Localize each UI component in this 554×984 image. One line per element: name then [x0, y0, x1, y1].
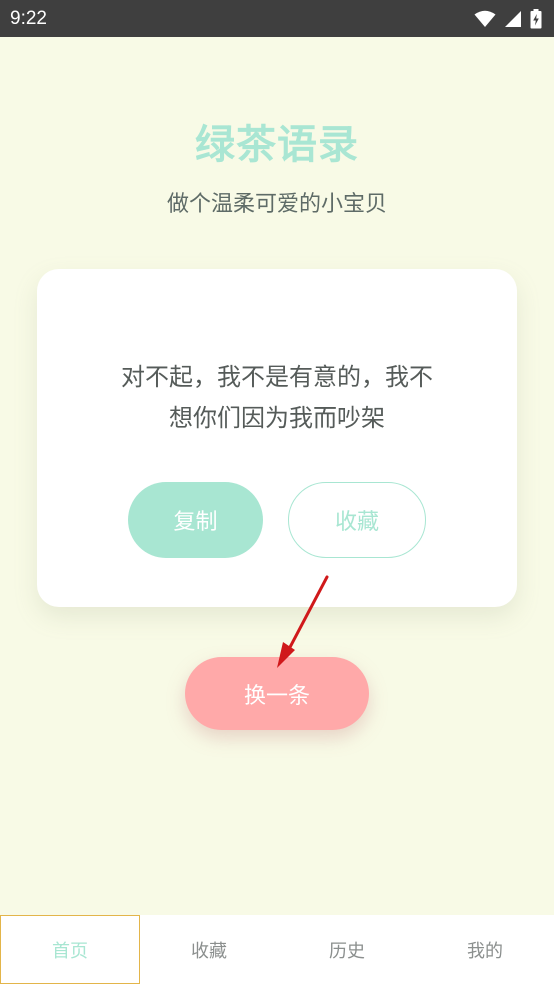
- copy-button[interactable]: 复制: [128, 482, 263, 558]
- wifi-icon: [474, 10, 496, 27]
- signal-icon: [505, 10, 521, 27]
- app-screen: 9:22 绿茶语录 做个温柔可爱的小宝贝 对不起，我不是有意的，我不 想你们因为…: [0, 0, 554, 984]
- app-title: 绿茶语录: [195, 122, 359, 168]
- quote-text-line-1: 对不起，我不是有意的，我不: [121, 363, 433, 391]
- bottom-nav: 首页 收藏 历史 我的: [0, 915, 554, 984]
- nav-item-home[interactable]: 首页: [0, 915, 140, 984]
- nav-item-favorites[interactable]: 收藏: [140, 915, 278, 984]
- status-time: 9:22: [10, 7, 47, 29]
- battery-charging-icon: [530, 8, 542, 28]
- favorite-button[interactable]: 收藏: [288, 482, 426, 558]
- app-subtitle: 做个温柔可爱的小宝贝: [166, 192, 387, 217]
- quote-card: 对不起，我不是有意的，我不 想你们因为我而吵架 复制 收藏: [37, 269, 517, 607]
- status-icons: [474, 8, 542, 29]
- nav-item-mine[interactable]: 我的: [416, 915, 554, 984]
- next-quote-button[interactable]: 换一条: [185, 657, 369, 730]
- quote-text: 对不起，我不是有意的，我不 想你们因为我而吵架: [77, 357, 477, 439]
- quote-text-line-2: 想你们因为我而吵架: [169, 404, 385, 432]
- nav-item-history[interactable]: 历史: [278, 915, 416, 984]
- status-bar: 9:22: [0, 0, 554, 37]
